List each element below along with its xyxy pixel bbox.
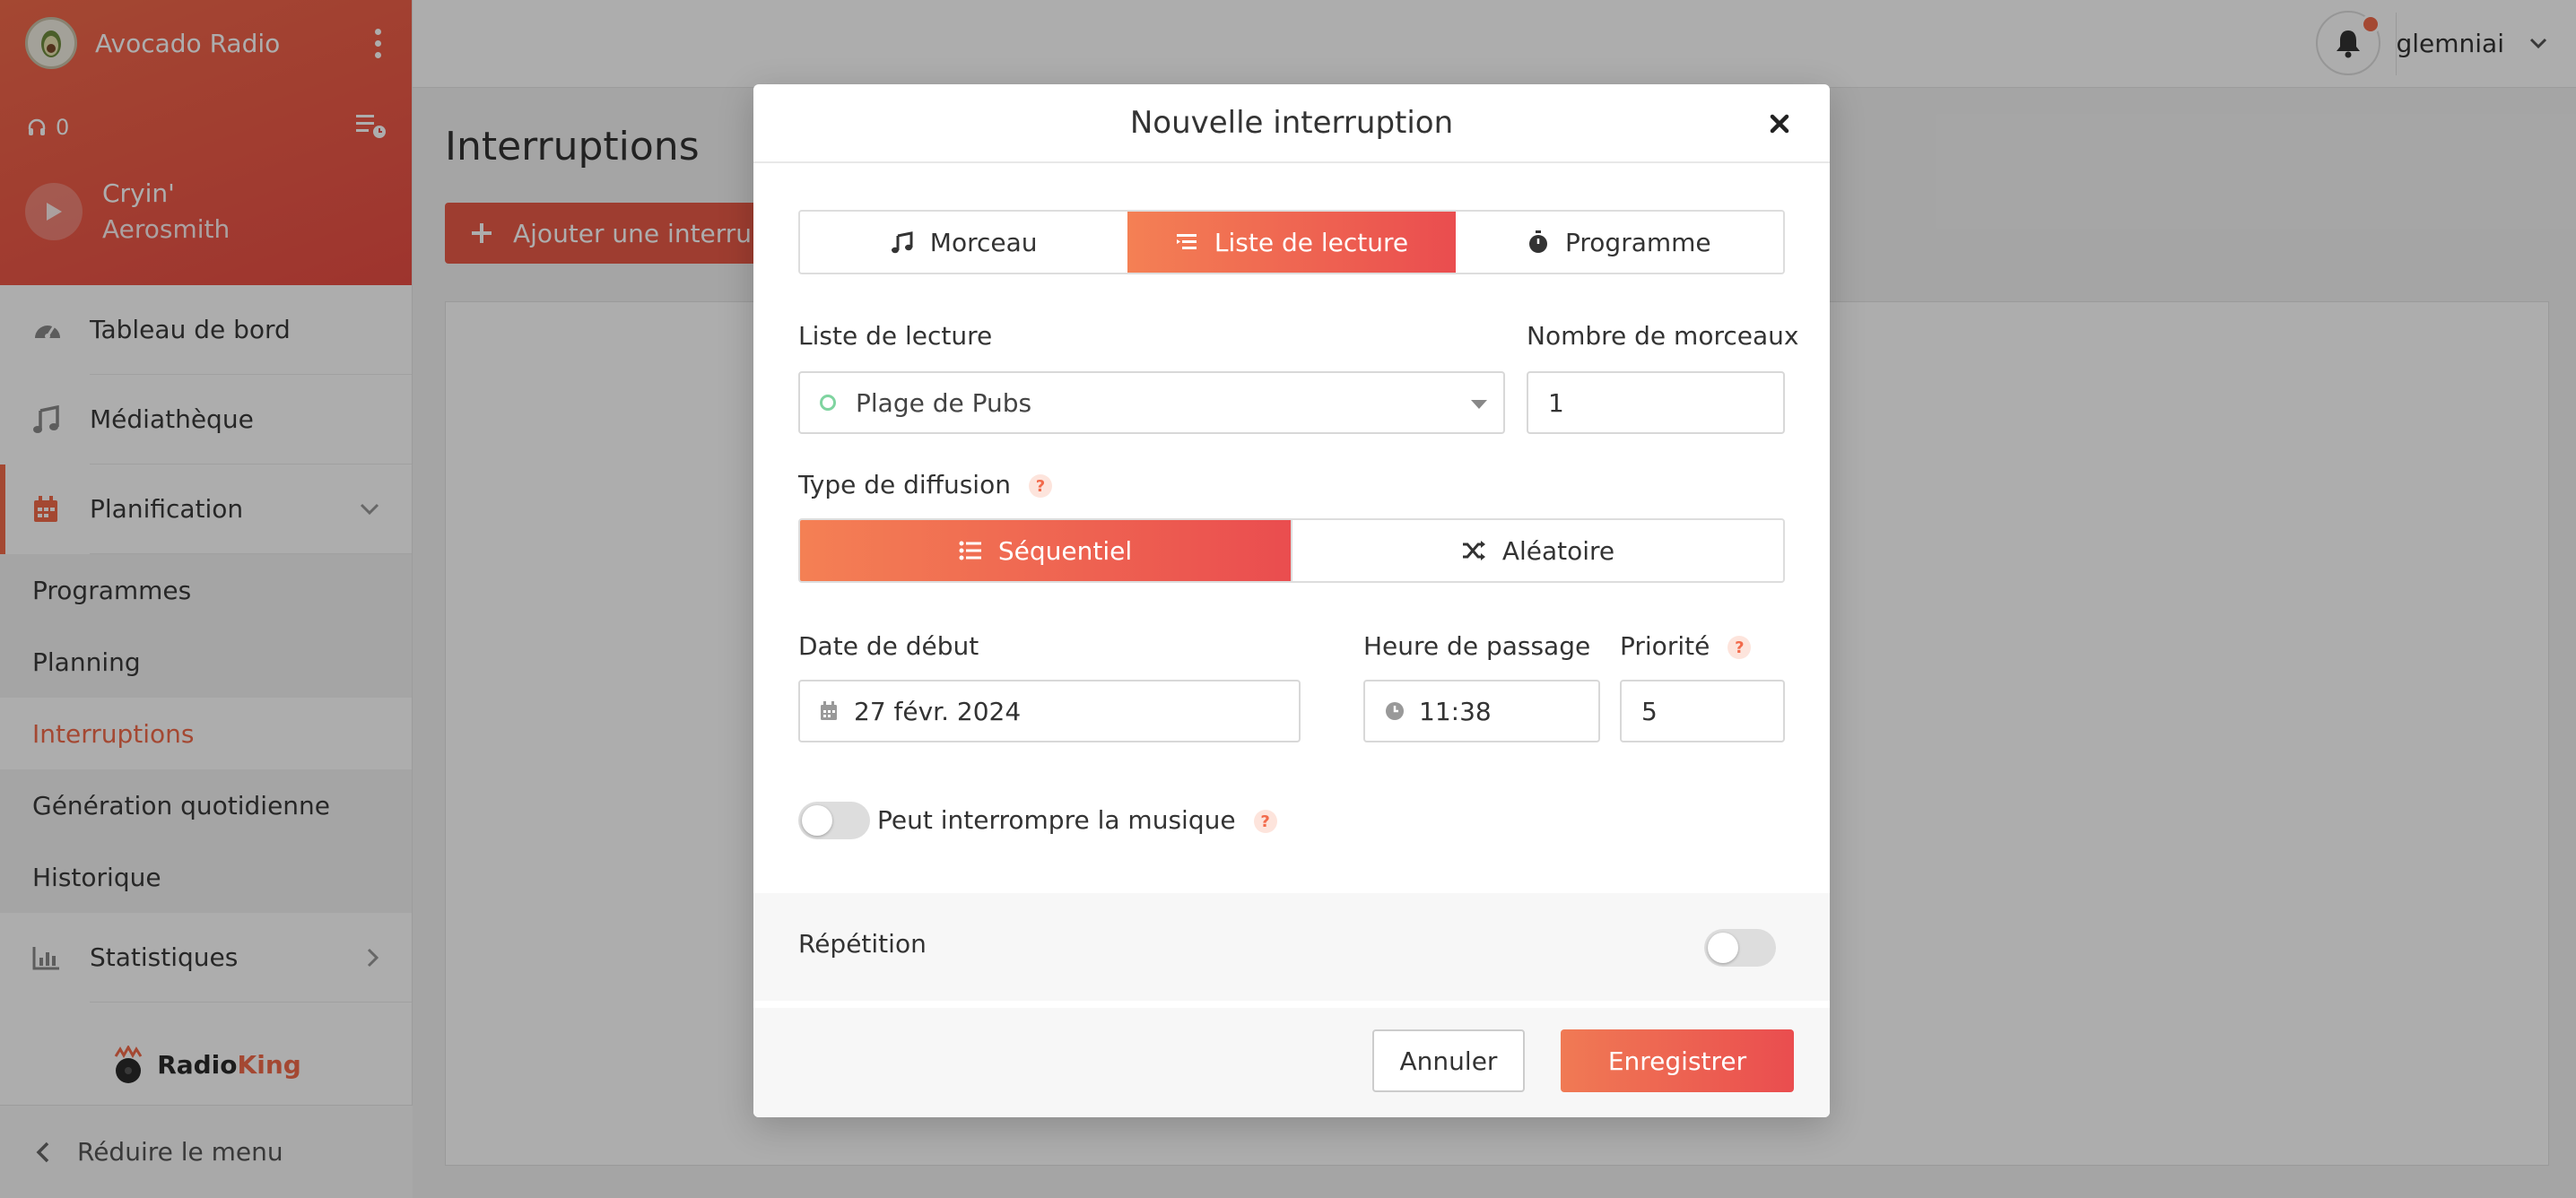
diffusion-random[interactable]: Aléatoire (1291, 520, 1783, 581)
new-interruption-modal: Nouvelle interruption Morceau Liste de l… (753, 84, 1830, 1117)
time-input[interactable]: 11:38 (1363, 680, 1600, 742)
tab-label: Morceau (929, 227, 1038, 257)
track-count-input[interactable]: 1 (1527, 371, 1785, 434)
repetition-toggle[interactable] (1704, 929, 1776, 967)
help-icon[interactable]: ? (1727, 636, 1752, 659)
priority-label-text: Priorité (1620, 631, 1710, 661)
cancel-button[interactable]: Annuler (1372, 1029, 1525, 1092)
repetition-label: Répétition (798, 929, 927, 959)
diffusion-type-label: Type de diffusion? (798, 470, 1052, 499)
tab-label: Programme (1565, 227, 1711, 257)
tab-program[interactable]: Programme (1455, 212, 1783, 273)
playlist-value: Plage de Pubs (856, 387, 1032, 418)
music-note-icon (891, 231, 913, 254)
modal-title: Nouvelle interruption (1129, 105, 1454, 141)
help-icon[interactable]: ? (1028, 474, 1052, 498)
diffusion-option-label: Aléatoire (1501, 535, 1615, 566)
track-count-value: 1 (1548, 387, 1564, 418)
start-date-label: Date de début (798, 631, 979, 661)
time-label: Heure de passage (1363, 631, 1591, 661)
tab-playlist[interactable]: Liste de lecture (1127, 212, 1456, 273)
playlist-label: Liste de lecture (798, 321, 993, 351)
interrupt-music-label: Peut interrompre la musique? (877, 805, 1277, 835)
tab-track[interactable]: Morceau (800, 212, 1128, 273)
tab-label: Liste de lecture (1214, 227, 1409, 257)
diffusion-type-label-text: Type de diffusion (798, 470, 1011, 499)
caret-down-icon (1471, 400, 1487, 409)
modal-header: Nouvelle interruption (753, 84, 1830, 163)
playlist-select[interactable]: Plage de Pubs (798, 371, 1505, 434)
interrupt-music-toggle[interactable] (798, 802, 870, 839)
interruption-type-tabs: Morceau Liste de lecture Programme (798, 210, 1785, 274)
interrupt-music-label-text: Peut interrompre la musique (877, 805, 1236, 835)
start-date-input[interactable]: 27 févr. 2024 (798, 680, 1301, 742)
track-count-label: Nombre de morceaux (1527, 321, 1799, 351)
priority-label: Priorité? (1620, 631, 1752, 661)
priority-value: 5 (1641, 696, 1658, 726)
clock-icon (1386, 702, 1404, 720)
calendar-icon (821, 701, 837, 720)
start-date-value: 27 févr. 2024 (854, 696, 1022, 726)
list-icon (1176, 234, 1197, 249)
help-icon[interactable]: ? (1253, 810, 1277, 833)
repetition-section: Répétition (753, 893, 1830, 1001)
time-value: 11:38 (1419, 696, 1492, 726)
diffusion-type-toggle: Séquentiel Aléatoire (798, 518, 1785, 583)
diffusion-sequential[interactable]: Séquentiel (800, 520, 1291, 581)
stopwatch-icon (1529, 230, 1547, 253)
modal-footer: Annuler Enregistrer (753, 1008, 1830, 1117)
diffusion-option-label: Séquentiel (997, 535, 1133, 566)
list-ul-icon (959, 541, 981, 560)
priority-input[interactable]: 5 (1620, 680, 1785, 742)
playlist-status-icon (820, 395, 836, 411)
shuffle-icon (1462, 541, 1485, 560)
close-icon[interactable] (1765, 109, 1794, 138)
save-button[interactable]: Enregistrer (1561, 1029, 1794, 1092)
